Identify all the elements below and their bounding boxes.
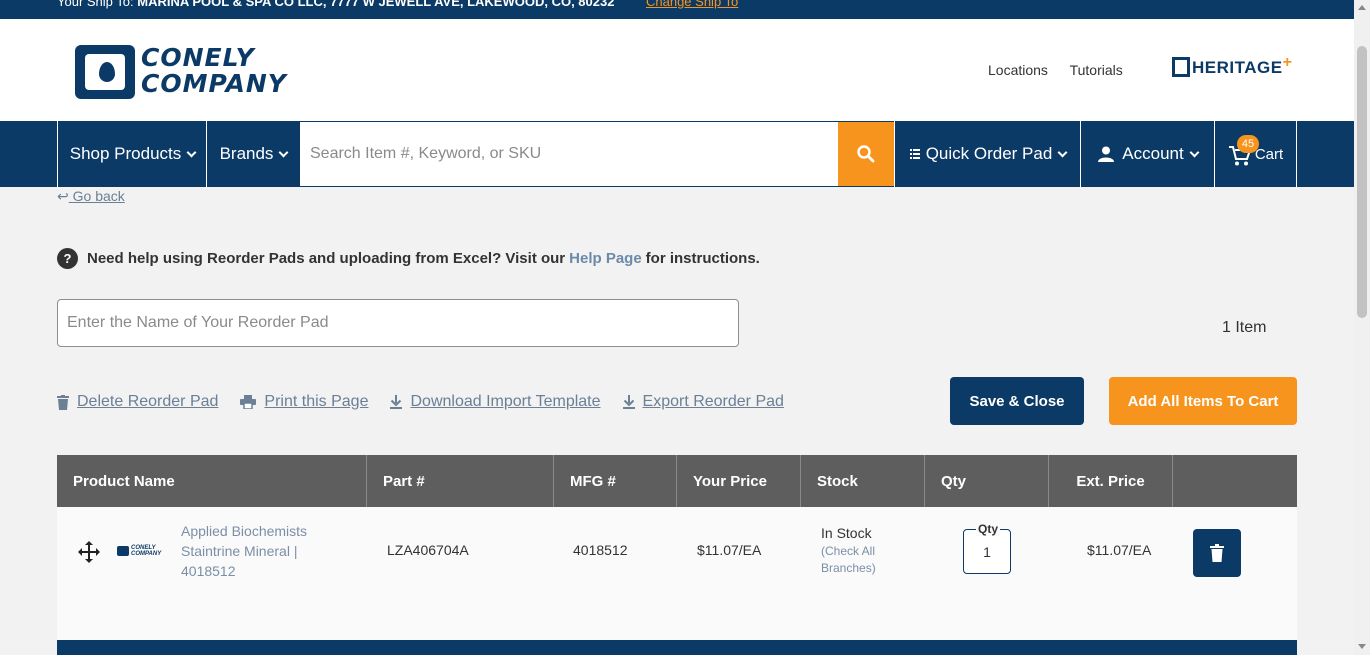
scroll-down-icon[interactable] [1358,644,1366,649]
logo-line-1: CONELY [141,43,255,72]
heritage-h-icon [1172,57,1190,77]
chevron-down-icon [1189,147,1200,157]
col-part: Part # [367,455,554,507]
table-header: Product Name Part # MFG # Your Price Sto… [57,455,1297,507]
stock-status: In Stock [821,525,872,541]
back-arrow-icon: ↩ [57,188,69,204]
scroll-up-icon[interactable] [1358,5,1366,10]
reorder-pad-content: ↩ Go back ? Need help using Reorder Pads… [0,187,1354,655]
unit-price: $11.07/EA [697,542,762,558]
quick-order-pad-menu[interactable]: Quick Order Pad [894,121,1081,187]
download-import-template-link[interactable]: Download Import Template [390,393,601,411]
col-mfg: MFG # [554,455,677,507]
site-header: CONELY COMPANY Locations Tutorials HERIT… [0,19,1354,121]
user-icon [1098,146,1115,162]
ship-to-label: Your Ship To: [57,0,138,9]
go-back-label: Go back [72,188,125,204]
brand-logo-text: CONELY COMPANY [131,545,162,557]
col-actions [1173,455,1297,507]
list-icon [909,149,920,159]
col-qty: Qty [925,455,1049,507]
col-stock: Stock [801,455,925,507]
page-scrollbar[interactable] [1354,0,1370,655]
cart-label: Cart [1254,145,1284,163]
print-icon [240,395,257,409]
table-row: CONELY COMPANY Applied Biochemists Stain… [57,507,1297,640]
logo-mark-icon [75,45,135,99]
drag-handle-icon[interactable] [77,540,101,567]
help-prefix: Need help using Reorder Pads and uploadi… [87,250,566,267]
download-import-template-label: Download Import Template [410,393,601,410]
qty-value: 1 [983,544,991,560]
shop-products-label: Shop Products [69,144,182,163]
col-product-name: Product Name [57,455,367,507]
reorder-table: Product Name Part # MFG # Your Price Sto… [57,455,1297,640]
reorder-pad-name-input[interactable] [57,299,739,347]
trash-icon [57,394,69,410]
add-all-to-cart-button[interactable]: Add All Items To Cart [1109,377,1297,425]
chevron-down-icon [1057,147,1068,157]
shop-products-menu[interactable]: Shop Products [57,121,207,187]
heritage-plus-logo[interactable]: HERITAGE+ [1172,54,1293,78]
cart-button[interactable]: Cart [1214,121,1297,187]
heritage-plus-icon: + [1282,54,1293,71]
reorder-pad-actions: Delete Reorder Pad Print this Page Downl… [57,390,806,414]
help-suffix: for instructions. [645,250,760,267]
item-count: 1 Item [1222,319,1267,336]
help-page-link[interactable]: Help Page [569,250,642,267]
print-page-link[interactable]: Print this Page [240,393,368,411]
chevron-down-icon [186,147,197,157]
delete-item-button[interactable] [1193,529,1241,577]
account-menu[interactable]: Account [1080,121,1215,187]
save-close-button[interactable]: Save & Close [950,377,1084,425]
ext-price: $11.07/EA [1087,542,1152,558]
col-price: Your Price [677,455,801,507]
ship-to-bar: Your Ship To: MARINA POOL & SPA CO LLC, … [0,0,1354,19]
delete-reorder-pad-link[interactable]: Delete Reorder Pad [57,393,218,411]
table-footer-bar [57,640,1297,655]
qty-input[interactable]: Qty 1 [963,522,1011,574]
part-number: LZA406704A [387,542,469,558]
main-nav: Shop Products Brands Quick Order Pad Acc… [0,121,1354,187]
product-name-link[interactable]: Applied Biochemists Staintrine Mineral |… [181,521,331,581]
ship-to-address: MARINA POOL & SPA CO LLC, 7777 W JEWELL … [137,0,615,9]
search-input[interactable] [300,122,838,186]
export-reorder-pad-label: Export Reorder Pad [642,393,784,410]
delete-reorder-pad-label: Delete Reorder Pad [77,393,219,410]
mfg-number: 4018512 [573,542,628,558]
help-notice: ? Need help using Reorder Pads and uploa… [57,248,760,269]
col-ext-price: Ext. Price [1049,455,1173,507]
locations-link[interactable]: Locations [988,62,1048,78]
logo-text: CONELY COMPANY [141,45,287,97]
heritage-text: HERITAGE [1192,58,1283,77]
header-links: Locations Tutorials [988,62,1141,78]
search-icon [857,145,875,163]
conely-company-logo[interactable]: CONELY COMPANY [75,45,305,101]
ship-to-text: Your Ship To: MARINA POOL & SPA CO LLC, … [57,0,614,9]
search-button[interactable] [838,122,894,186]
question-icon: ? [57,248,78,269]
account-label: Account [1122,144,1184,163]
qty-label: Qty [976,522,1001,536]
print-page-label: Print this Page [264,393,369,410]
export-icon [622,395,635,409]
download-icon [390,395,403,409]
scrollbar-thumb[interactable] [1357,46,1367,318]
brands-menu[interactable]: Brands [206,121,300,187]
logo-line-2: COMPANY [141,69,287,98]
export-reorder-pad-link[interactable]: Export Reorder Pad [622,393,784,411]
chevron-down-icon [278,147,289,157]
brands-label: Brands [219,144,274,163]
quick-order-pad-label: Quick Order Pad [925,144,1053,163]
check-all-branches-link[interactable]: (Check All Branches) [821,543,891,577]
product-brand-logo: CONELY COMPANY [117,544,167,558]
cart-count-badge: 45 [1237,135,1259,153]
tutorials-link[interactable]: Tutorials [1070,62,1123,78]
change-ship-to-link[interactable]: Change Ship To [646,0,738,9]
trash-icon [1210,544,1224,562]
go-back-link[interactable]: ↩ Go back [57,188,125,205]
